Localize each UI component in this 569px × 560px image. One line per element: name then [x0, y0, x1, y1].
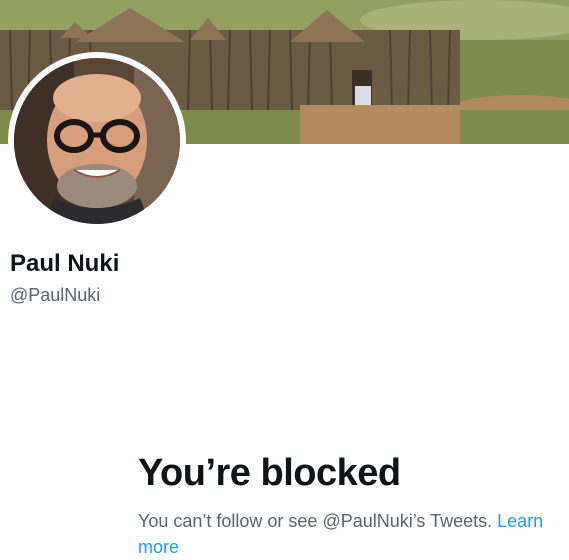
blocked-message: You can’t follow or see @PaulNuki’s Twee… — [138, 508, 569, 560]
profile-display-name: Paul Nuki — [10, 250, 120, 277]
avatar-image — [14, 58, 180, 224]
blocked-title: You’re blocked — [138, 452, 401, 494]
avatar[interactable] — [14, 58, 180, 224]
profile-handle: @PaulNuki — [10, 285, 101, 305]
blocked-message-text: You can’t follow or see @PaulNuki’s Twee… — [138, 511, 493, 531]
